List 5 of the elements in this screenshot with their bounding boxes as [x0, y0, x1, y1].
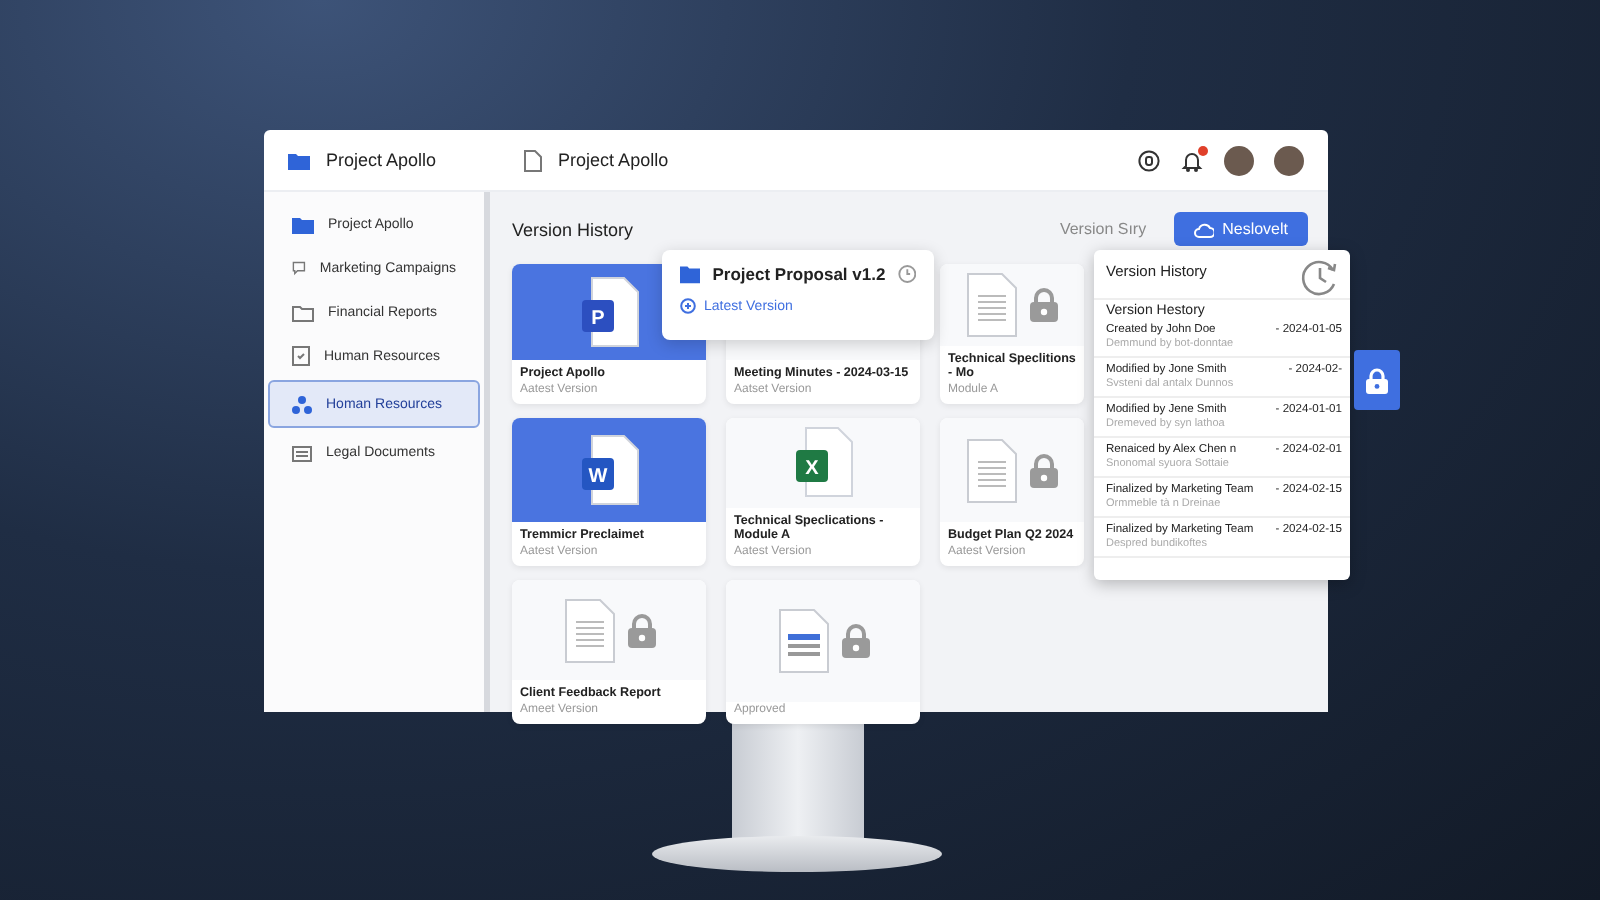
section-title: Version History	[512, 219, 634, 239]
document-title: Project Apollo	[558, 150, 669, 170]
popup-title: Project Proposal v1.2	[712, 264, 886, 284]
project-title: Project Apollo	[326, 150, 437, 170]
section-label: Version Sıry	[1059, 220, 1147, 238]
